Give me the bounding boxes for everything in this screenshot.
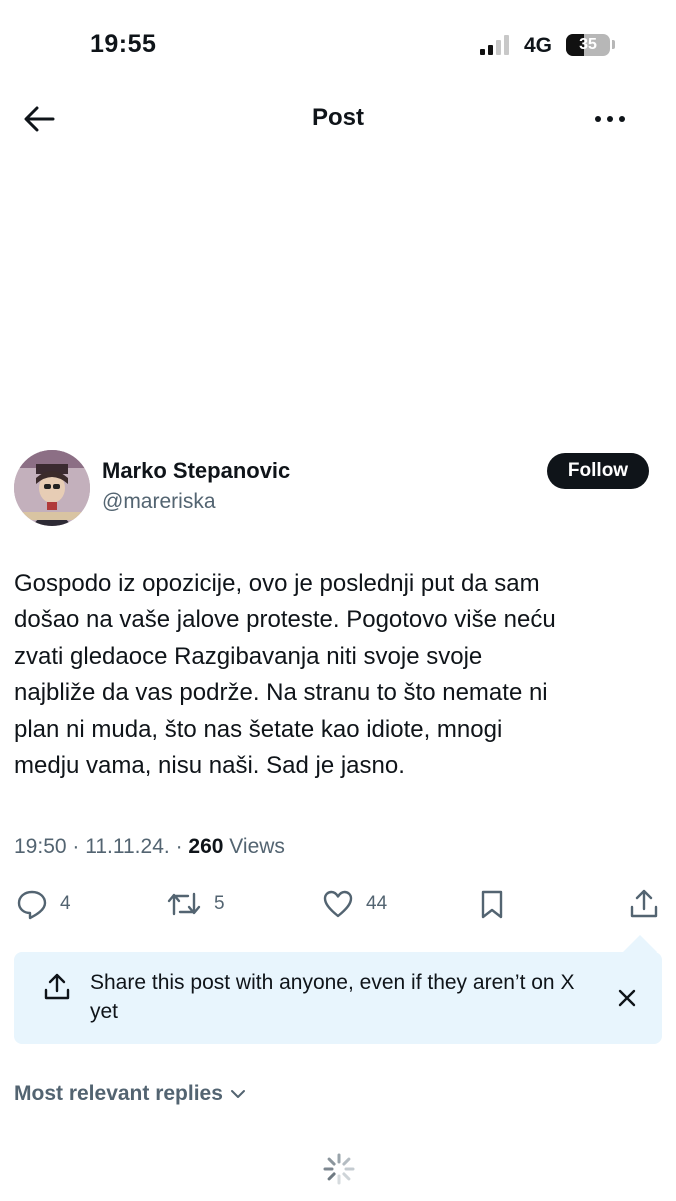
status-time: 19:55 bbox=[90, 30, 157, 58]
repost-button[interactable]: 5 bbox=[166, 886, 225, 922]
author-handle[interactable]: @mareriska bbox=[102, 490, 216, 514]
heart-icon bbox=[323, 890, 353, 918]
avatar-image-icon bbox=[14, 450, 90, 526]
repost-icon bbox=[167, 892, 201, 916]
meta-separator: · bbox=[175, 835, 183, 858]
loading-spinner-icon bbox=[323, 1153, 355, 1185]
like-button[interactable]: 44 bbox=[322, 886, 387, 922]
post-text: Gospodo iz opozicije, ovo je poslednji p… bbox=[14, 570, 556, 780]
reply-icon bbox=[17, 890, 47, 920]
replies-sort-dropdown[interactable]: Most relevant replies bbox=[14, 1082, 247, 1106]
like-count: 44 bbox=[366, 893, 388, 914]
post-meta: 19:50 · 11.11.24. · 260 Views bbox=[14, 835, 285, 859]
author-name[interactable]: Marko Stepanovic bbox=[102, 458, 290, 484]
repost-count: 5 bbox=[214, 893, 225, 914]
bookmark-icon bbox=[481, 890, 503, 919]
post-date: 11.11.24. bbox=[85, 835, 170, 858]
more-options-icon[interactable] bbox=[590, 104, 630, 134]
share-button[interactable] bbox=[628, 886, 660, 922]
signal-icon bbox=[480, 35, 509, 55]
share-banner-text: Share this post with anyone, even if the… bbox=[90, 971, 575, 1023]
bookmark-button[interactable] bbox=[476, 886, 508, 922]
upload-share-icon bbox=[44, 973, 70, 1000]
author-avatar[interactable] bbox=[14, 450, 90, 526]
post-time: 19:50 bbox=[14, 835, 67, 858]
network-type: 4G bbox=[524, 34, 553, 57]
battery-level: 35 bbox=[579, 36, 597, 53]
replies-sort-label: Most relevant replies bbox=[14, 1082, 223, 1105]
meta-separator: · bbox=[72, 835, 80, 858]
post-screen: 19:55 4G 35 Post Marko Stepanovic @marer… bbox=[0, 0, 676, 1201]
close-icon[interactable] bbox=[613, 984, 641, 1012]
page-title: Post bbox=[311, 104, 364, 131]
follow-button[interactable]: Follow bbox=[547, 453, 649, 489]
reply-button[interactable]: 4 bbox=[16, 886, 71, 922]
chevron-down-icon bbox=[230, 1090, 245, 1098]
views-count: 260 bbox=[188, 835, 224, 858]
battery-cap bbox=[612, 40, 615, 49]
reply-count: 4 bbox=[60, 893, 71, 914]
battery-icon: 35 bbox=[566, 34, 610, 56]
share-icon bbox=[630, 889, 658, 918]
views-label: Views bbox=[229, 835, 285, 858]
